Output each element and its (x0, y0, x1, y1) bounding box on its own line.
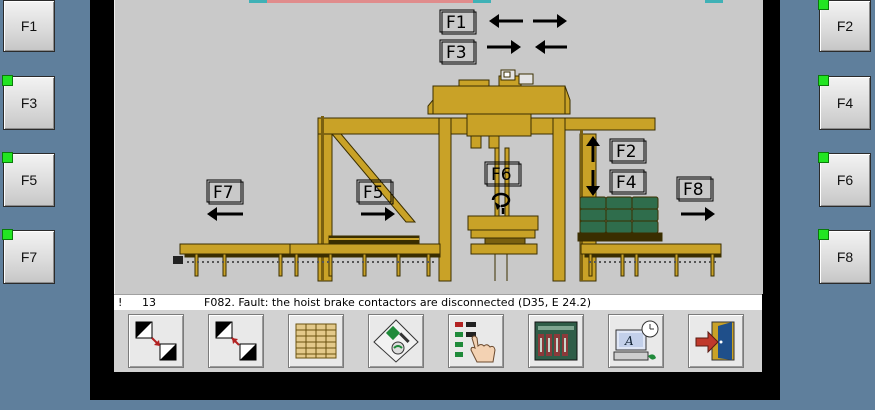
diagram-label-f6: F6 (491, 165, 512, 185)
alarm-marker: ! (118, 296, 123, 309)
manual-control-button[interactable] (448, 314, 504, 368)
f1-key[interactable]: F1 (3, 0, 55, 52)
touch-panel-icon (455, 322, 496, 363)
clock-terminal-icon: A (613, 320, 659, 361)
alarm-number: 13 (142, 296, 156, 309)
exit-button[interactable] (688, 314, 744, 368)
f6-key-label: F6 (836, 172, 854, 188)
diagram-label-f1: F1 (446, 13, 467, 33)
f1-key-label: F1 (20, 18, 38, 34)
diagram-label-f3: F3 (446, 43, 467, 63)
alarm-message: F082. Fault: the hoist brake contactors … (204, 296, 592, 309)
collapse-diagonal-icon (215, 321, 257, 361)
f2-key[interactable]: F2 (818, 0, 871, 52)
f5-led-indicator (2, 152, 13, 163)
arrow-right-icon (487, 40, 521, 54)
arrow-left-icon (207, 207, 243, 221)
expand-diagonal-icon (135, 321, 177, 361)
f3-key[interactable]: F3 (2, 75, 55, 130)
arrow-right-icon (533, 14, 567, 28)
expand-view-button[interactable] (128, 314, 184, 368)
diagram-label-f5: F5 (363, 183, 384, 203)
arrow-left-icon (489, 14, 523, 28)
palletizer-process-view: F1 F3 F2 F4 F6 F7 F5 F8 (114, 0, 763, 294)
f5-key-label: F5 (20, 172, 38, 188)
bottom-toolbar: A (114, 310, 762, 372)
f2-led-indicator (818, 0, 829, 10)
f8-key-label: F8 (836, 249, 854, 265)
f6-led-indicator (818, 152, 829, 163)
f8-key[interactable]: F8 (818, 229, 871, 284)
f4-key[interactable]: F4 (818, 75, 871, 130)
f6-key[interactable]: F6 (818, 152, 871, 207)
f3-led-indicator (2, 75, 13, 86)
diagram-label-f8: F8 (683, 180, 704, 200)
arrow-right-icon (361, 207, 395, 221)
plc-hardware-button[interactable] (528, 314, 584, 368)
diagram-label-f7: F7 (213, 183, 234, 203)
diagnostics-button[interactable] (368, 314, 424, 368)
f3-key-label: F3 (20, 95, 38, 111)
diagnostics-icon (373, 319, 419, 363)
diagram-label-f2: F2 (616, 142, 637, 162)
f5-key[interactable]: F5 (2, 152, 55, 207)
pallet-stack-icon (295, 323, 337, 359)
f4-led-indicator (818, 75, 829, 86)
f7-key[interactable]: F7 (2, 229, 55, 284)
arrow-right-icon (681, 207, 715, 221)
plc-rack-icon (534, 321, 578, 361)
alarm-line[interactable]: ! 13 F082. Fault: the hoist brake contac… (114, 294, 762, 311)
arrow-left-icon (535, 40, 567, 54)
pallet-pattern-button[interactable] (288, 314, 344, 368)
f8-led-indicator (818, 229, 829, 240)
hmi-screen: F1 F3 F2 F4 F6 F7 F5 F8 ! 13 F082. Fault… (114, 0, 763, 372)
diagram-label-f4: F4 (616, 173, 637, 193)
f7-key-label: F7 (20, 249, 38, 265)
collapse-view-button[interactable] (208, 314, 264, 368)
exit-door-icon (695, 321, 735, 361)
svg-text:A: A (624, 334, 634, 348)
f7-led-indicator (2, 229, 13, 240)
system-settings-button[interactable]: A (608, 314, 664, 368)
f2-key-label: F2 (836, 18, 854, 34)
palletizer-diagram: F1 F3 F2 F4 F6 F7 F5 F8 (173, 0, 723, 282)
f4-key-label: F4 (836, 95, 854, 111)
